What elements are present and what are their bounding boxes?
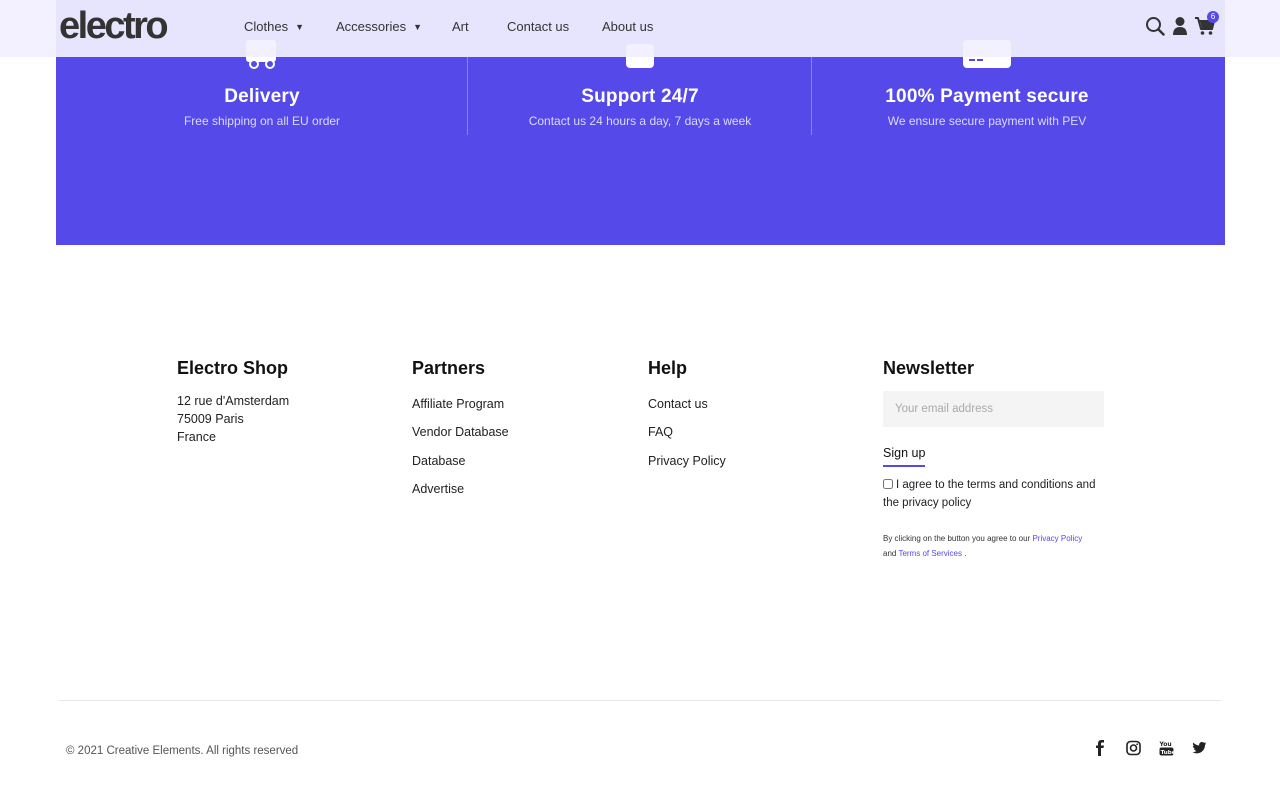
footer-divider bbox=[59, 700, 1221, 701]
link-contact-us[interactable]: Contact us bbox=[648, 397, 708, 411]
link-vendor-database[interactable]: Vendor Database bbox=[412, 425, 509, 439]
search-icon[interactable] bbox=[1145, 16, 1165, 41]
footer-help-title: Help bbox=[648, 358, 688, 378]
svg-text:Tube: Tube bbox=[1161, 750, 1174, 756]
cart-count-badge: 6 bbox=[1207, 11, 1219, 23]
nav-label: Accessories bbox=[336, 19, 407, 34]
svg-text:You: You bbox=[1159, 741, 1172, 748]
nav-label: Contact us bbox=[507, 19, 570, 34]
legal-terms-link[interactable]: Terms of Services bbox=[898, 549, 962, 558]
legal-prefix: By clicking on the button you agree to o… bbox=[883, 534, 1031, 543]
newsletter-email-input[interactable] bbox=[883, 391, 1104, 427]
link-faq[interactable]: FAQ bbox=[648, 425, 673, 439]
footer-newsletter-title: Newsletter bbox=[883, 358, 975, 378]
nav-label: Clothes bbox=[244, 19, 289, 34]
feature-subtitle: Free shipping on all EU order bbox=[183, 114, 341, 128]
copyright-text: © 2021 Creative Elements. All rights res… bbox=[66, 745, 299, 757]
terms-agreement: I agree to the terms and conditions and … bbox=[883, 476, 1105, 512]
footer-address: 12 rue d'Amsterdam 75009 Paris France bbox=[177, 392, 289, 446]
legal-suffix: . bbox=[964, 549, 967, 558]
address-line: France bbox=[177, 430, 216, 444]
link-advertise[interactable]: Advertise bbox=[412, 482, 464, 496]
nav-accessories[interactable]: Accessories ▼ bbox=[336, 19, 422, 34]
twitter-icon[interactable] bbox=[1192, 740, 1207, 761]
feature-title: Support 24/7 bbox=[581, 86, 699, 107]
nav-art[interactable]: Art bbox=[452, 19, 469, 34]
nav-about-us[interactable]: About us bbox=[602, 19, 653, 34]
footer-partners-title: Partners bbox=[412, 358, 486, 378]
terms-checkbox[interactable] bbox=[883, 479, 893, 489]
link-database[interactable]: Database bbox=[412, 454, 466, 468]
address-line: 75009 Paris bbox=[177, 412, 244, 426]
feature-subtitle: Contact us 24 hours a day, 7 days a week bbox=[528, 114, 752, 128]
feature-title: Delivery bbox=[224, 86, 300, 107]
facebook-icon[interactable] bbox=[1094, 740, 1106, 761]
logo[interactable]: electro bbox=[59, 5, 169, 48]
legal-and: and bbox=[883, 549, 897, 558]
nav-label: Art bbox=[452, 19, 469, 34]
site-header: electro Clothes ▼ Accessories ▼ Art Contac… bbox=[0, 0, 1280, 57]
youtube-icon[interactable]: You Tube bbox=[1159, 740, 1176, 761]
link-affiliate-program[interactable]: Affiliate Program bbox=[412, 397, 504, 411]
user-icon[interactable] bbox=[1172, 16, 1188, 41]
nav-contact-us[interactable]: Contact us bbox=[507, 19, 569, 34]
chevron-down-icon: ▼ bbox=[413, 22, 422, 32]
feature-title: 100% Payment secure bbox=[885, 86, 1089, 107]
newsletter-legal-text: By clicking on the button you agree to o… bbox=[883, 531, 1113, 561]
feature-subtitle: We ensure secure payment with PEV bbox=[887, 114, 1087, 128]
link-privacy-policy[interactable]: Privacy Policy bbox=[648, 454, 726, 468]
signup-button[interactable]: Sign up bbox=[883, 445, 926, 467]
instagram-icon[interactable] bbox=[1126, 740, 1141, 761]
legal-privacy-link[interactable]: Privacy Policy bbox=[1032, 534, 1082, 543]
address-line: 12 rue d'Amsterdam bbox=[177, 394, 290, 408]
terms-agreement-text: I agree to the terms and conditions and … bbox=[883, 479, 1096, 509]
nav-clothes[interactable]: Clothes ▼ bbox=[244, 19, 304, 34]
chevron-down-icon: ▼ bbox=[295, 22, 304, 32]
footer-shop-title: Electro Shop bbox=[177, 358, 289, 378]
nav-label: About us bbox=[602, 19, 654, 34]
